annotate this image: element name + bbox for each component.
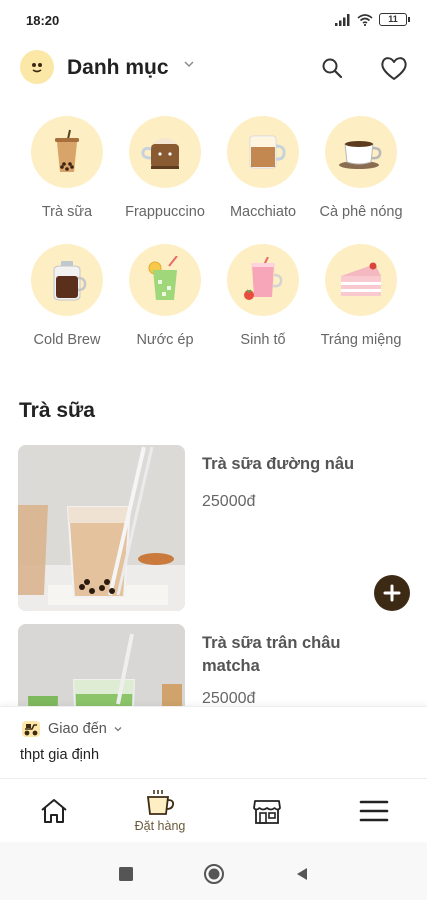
nav-order[interactable]: Đặt hàng [120, 779, 200, 843]
chevron-down-icon [114, 727, 122, 732]
bottom-nav: Đặt hàng [0, 778, 427, 842]
milk-tea-icon [55, 129, 79, 172]
nav-label: Đặt hàng [134, 819, 186, 833]
category-item-nuoc-ep[interactable]: Nước ép [116, 244, 214, 348]
home-system-button[interactable] [202, 862, 226, 886]
product-card[interactable]: Trà sữa trân châu matcha 25000đ [18, 624, 410, 706]
brown-sugar-milk-tea-photo [18, 445, 185, 611]
smoothie-icon [244, 257, 283, 300]
matcha-milk-tea-photo [18, 624, 185, 706]
frappuccino-icon [141, 138, 179, 169]
category-label: Macchiato [229, 204, 297, 220]
juice-icon [148, 256, 178, 300]
product-image[interactable] [18, 624, 185, 706]
square-icon [119, 867, 133, 881]
delivery-selector[interactable]: Giao đến [20, 719, 123, 739]
recent-apps-button[interactable] [114, 862, 138, 886]
circle-icon [204, 864, 224, 884]
category-grid: Trà sữa Frappuccino Macchiato Cà phê nón… [18, 116, 412, 348]
category-icon-bg [31, 244, 103, 316]
favorites-button[interactable] [376, 52, 412, 84]
macchiato-icon [249, 135, 286, 169]
category-label: Sinh tố [240, 332, 286, 348]
system-nav-bar [0, 842, 427, 900]
category-icon-bg [31, 116, 103, 188]
category-item-sinh-to[interactable]: Sinh tố [214, 244, 312, 348]
category-label: Trà sữa [41, 204, 93, 220]
product-price: 25000đ [202, 690, 256, 706]
nav-home[interactable] [14, 779, 94, 843]
category-label: Tráng miệng [320, 332, 402, 348]
home-icon [41, 799, 67, 823]
search-button[interactable] [316, 52, 348, 84]
category-icon-bg [129, 116, 201, 188]
order-cup-icon [146, 790, 175, 815]
dessert-icon [341, 262, 381, 296]
product-card[interactable]: Trà sữa đường nâu 25000đ [18, 445, 410, 611]
heart-icon [381, 57, 407, 80]
brand-logo-icon[interactable] [20, 50, 54, 84]
category-icon-bg [129, 244, 201, 316]
category-icon-bg [227, 116, 299, 188]
category-label: Cold Brew [33, 332, 101, 348]
page-title[interactable]: Danh mục [67, 56, 169, 80]
category-item-ca-phe-nong[interactable]: Cà phê nóng [312, 116, 410, 220]
menu-icon [359, 800, 389, 822]
category-label: Cà phê nóng [319, 204, 403, 220]
product-image[interactable] [18, 445, 185, 611]
category-icon-bg [325, 244, 397, 316]
header: Danh mục [0, 44, 427, 92]
plus-icon [383, 584, 401, 602]
add-to-cart-button[interactable] [374, 575, 410, 611]
status-icons: 11 [335, 13, 410, 26]
category-item-macchiato[interactable]: Macchiato [214, 116, 312, 220]
category-icon-bg [325, 116, 397, 188]
delivery-label: Giao đến [48, 721, 107, 737]
category-icon-bg [227, 244, 299, 316]
battery-icon: 11 [379, 13, 410, 26]
status-time: 18:20 [26, 13, 60, 28]
store-icon [253, 800, 281, 824]
nav-store[interactable] [227, 779, 307, 843]
delivery-bar[interactable]: Giao đến thpt gia định [0, 706, 427, 778]
product-name[interactable]: Trà sữa trân châu matcha [202, 632, 392, 678]
nav-menu[interactable] [334, 779, 414, 843]
back-triangle-icon [297, 868, 307, 880]
delivery-address: thpt gia định [20, 747, 100, 763]
category-item-cold-brew[interactable]: Cold Brew [18, 244, 116, 348]
category-label: Frappuccino [125, 204, 205, 220]
status-bar: 18:20 11 [0, 0, 427, 40]
chevron-down-icon[interactable] [183, 58, 195, 70]
category-item-frappuccino[interactable]: Frappuccino [116, 116, 214, 220]
hot-coffee-icon [339, 141, 382, 169]
section-title: Trà sữa [19, 399, 95, 422]
category-label: Nước ép [136, 332, 194, 348]
category-item-trang-mieng[interactable]: Tráng miệng [312, 244, 410, 348]
wifi-icon [357, 13, 373, 26]
category-item-tra-sua[interactable]: Trà sữa [18, 116, 116, 220]
product-name[interactable]: Trà sữa đường nâu [202, 453, 392, 476]
cold-brew-icon [53, 261, 87, 301]
back-button[interactable] [290, 862, 314, 886]
signal-icon [335, 13, 350, 26]
search-icon [322, 58, 343, 79]
delivery-scooter-icon [22, 721, 40, 737]
product-price: 25000đ [202, 493, 256, 510]
